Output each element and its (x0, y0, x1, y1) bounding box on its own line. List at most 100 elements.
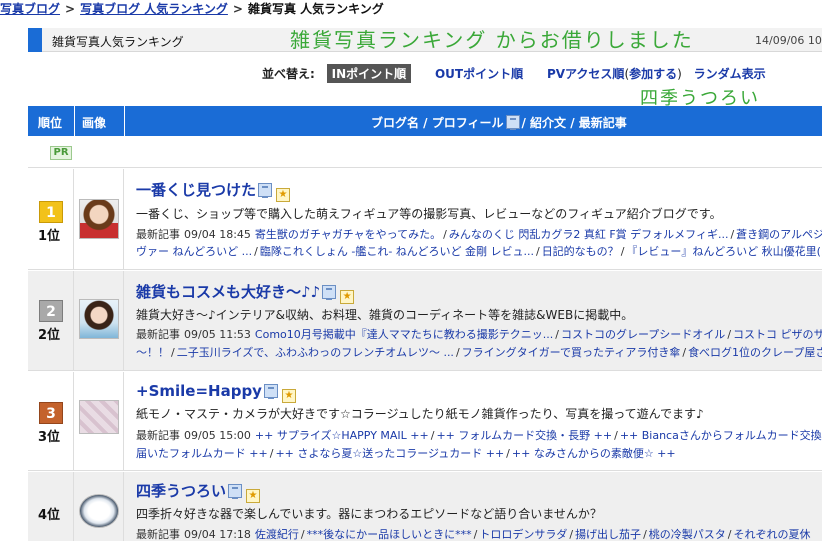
favorite-star-icon[interactable]: ★ (276, 188, 291, 202)
blog-thumbnail[interactable] (79, 299, 119, 339)
blog-title: 四季うつろい ★ (136, 480, 262, 503)
pr-badge[interactable]: PR (50, 146, 72, 160)
rank-label: 1位 (38, 229, 61, 244)
blog-thumbnail[interactable] (79, 494, 119, 528)
column-header-rank: 順位 (38, 116, 63, 130)
breadcrumb-current: 雑貨写真 人気ランキング (247, 2, 384, 16)
article-link[interactable]: 揚げ出し茄子 (575, 528, 641, 541)
article-link[interactable]: ++ サプライズ☆HAPPY MAIL ++ (255, 429, 429, 442)
blog-title: 一番くじ見つけた ★ (136, 179, 292, 202)
rank-cell: 3 3位 (28, 372, 74, 470)
column-header-blog-part1: ブログ名 / プロフィール (371, 116, 504, 130)
favorite-star-icon[interactable]: ★ (281, 389, 296, 403)
breadcrumb-link-photo-blog[interactable]: 写真ブログ (0, 2, 60, 16)
blog-description: 紙モノ・マステ・カメラが大好きです☆コラージュしたり紙モノ雑貨作ったり、写真を撮… (136, 407, 704, 421)
sort-label: 並べ替え: (262, 67, 315, 81)
recent-articles-line: 最新記事 09/05 15:00 ++ サプライズ☆HAPPY MAIL ++ / ++… (136, 427, 822, 443)
column-divider (124, 106, 125, 136)
blog-title: 雑貨もコスメも大好き～♪♪ ★ (136, 281, 356, 304)
blog-thumbnail[interactable] (79, 199, 119, 239)
article-link[interactable]: ++ フォルムカード交換・長野 ++ (436, 429, 612, 442)
blog-title-link[interactable]: 四季うつろい (136, 482, 226, 500)
article-link[interactable]: 二子玉川ライズで、ふわふわっのフレンチオムレツ～ ... (177, 346, 454, 359)
ranking-table-header: 順位 画像 ブログ名 / プロフィール / 紹介文 / 最新記事 (28, 106, 822, 136)
article-link[interactable]: 寄生獣のガチャガチャをやってみた。 (255, 228, 441, 241)
article-link[interactable]: 桃の冷製パスタ (649, 528, 726, 541)
blog-title-link[interactable]: +Smile=Happy (136, 382, 262, 400)
image-cell (74, 472, 124, 541)
recent-articles-line: ～！！ / 二子玉川ライズで、ふわふわっのフレンチオムレツ～ ... / フライングタイ… (136, 344, 822, 360)
breadcrumb-link-photo-ranking[interactable]: 写真ブログ 人気ランキング (80, 2, 228, 16)
breadcrumb-separator: > (232, 2, 243, 16)
recent-articles-line: 最新記事 09/04 18:45 寄生獣のガチャガチャをやってみた。 / みんなのくじ … (136, 226, 822, 242)
article-link[interactable]: 臨隊これくしょん -艦これ- ねんどろいど 金剛 レビュ... (260, 245, 534, 258)
rank-label: 2位 (38, 328, 61, 343)
recent-label: 最新記事 (136, 228, 180, 241)
column-divider (74, 106, 75, 136)
recent-articles-line: 届いたフォルムカード ++ / ++ さよなら夏☆送ったコラージュカード ++ / ++… (136, 447, 676, 460)
profile-icon[interactable] (228, 484, 243, 499)
article-link[interactable]: フライングタイガーで買ったティアラ付き傘 (462, 346, 681, 359)
recent-articles-line: ヴァー ねんどろいど ... / 臨隊これくしょん -艦これ- ねんどろいど 金剛 … (136, 243, 822, 259)
article-link[interactable]: 届いたフォルムカード ++ (136, 447, 268, 460)
recent-date: 09/04 17:18 (184, 528, 251, 541)
blog-title: +Smile=Happy ★ (136, 382, 298, 403)
column-header-blog: ブログ名 / プロフィール / 紹介文 / 最新記事 (371, 114, 627, 131)
page-title: 雑貨写真人気ランキング (52, 35, 184, 49)
column-header-blog-part2: / 紹介文 / 最新記事 (521, 116, 627, 130)
blog-title-link[interactable]: 一番くじ見つけた (136, 181, 256, 199)
blog-description: 一番くじ、ショップ等で購入した萌えフィギュア等の撮影写真、レビューなどのフィギュ… (136, 207, 722, 221)
image-cell (74, 271, 124, 370)
sort-bar: 並べ替え: INポイント順 OUTポイント順 PVアクセス順(参加する) ランダ… (262, 64, 766, 83)
blog-thumbnail[interactable] (79, 400, 119, 434)
profile-icon[interactable] (258, 183, 273, 198)
header-accent-bar (28, 28, 42, 52)
profile-icon[interactable] (322, 285, 337, 300)
recent-date: 09/04 18:45 (184, 228, 251, 241)
article-link[interactable]: 日記的なもの？ (542, 245, 619, 258)
article-link[interactable]: Como10月号掲載中『達人ママたちに教わる撮影テクニッ... (255, 328, 553, 341)
ranking-entry: 4位 四季うつろい ★ 四季折々好きな器で楽しんでいます。器にまつわるエピソードな… (28, 472, 822, 541)
ranking-entry: 2 2位 雑貨もコスメも大好き～♪♪ ★ 雑貨大好き～♪インテリア&収納、お料理、… (28, 271, 822, 371)
article-link[interactable]: コストコのグレープシードオイル (561, 328, 725, 341)
recent-label: 最新記事 (136, 429, 180, 442)
rank-cell: 2 2位 (28, 271, 74, 370)
article-link[interactable]: 蒼き鋼のアルペジオ - (736, 228, 822, 241)
image-cell (74, 372, 124, 470)
article-link[interactable]: 佐渡紀行 (255, 528, 299, 541)
handwritten-note-borrowed: 雑貨写真ランキング からお借りしました (290, 28, 694, 52)
article-link[interactable]: ++ Biancaさんからフォルムカード交換便♪ (620, 429, 822, 442)
pr-row: PR (28, 136, 822, 168)
article-link[interactable]: トロロデンサラダ (479, 528, 567, 541)
blog-description: 四季折々好きな器で楽しんでいます。器にまつわるエピソードなど語り合いませんか？ (136, 507, 602, 521)
header-date: 14/09/06 10 (755, 34, 822, 47)
sort-join-link[interactable]: 参加する (629, 65, 677, 82)
article-link[interactable]: ヴァー ねんどろいど ... (136, 245, 252, 258)
sort-in-points-button[interactable]: INポイント順 (326, 64, 412, 83)
recent-label: 最新記事 (136, 528, 180, 541)
recent-date: 09/05 15:00 (184, 429, 251, 442)
blog-title-link[interactable]: 雑貨もコスメも大好き～♪♪ (136, 283, 320, 301)
sort-pv-access-link[interactable]: PVアクセス順 (547, 65, 624, 82)
article-link[interactable]: 『レビュー』ねんどろいど 秋山優花里(ガー (626, 245, 822, 258)
article-link[interactable]: みんなのくじ 閃乱カグラ2 真紅 F賞 デフォルメフィギ... (449, 228, 729, 241)
article-link[interactable]: コストコ ピザのサイズに (733, 328, 822, 341)
recent-label: 最新記事 (136, 328, 180, 341)
favorite-star-icon[interactable]: ★ (340, 290, 355, 304)
breadcrumb-separator: > (65, 2, 76, 16)
sort-random-link[interactable]: ランダム表示 (694, 65, 766, 82)
recent-date: 09/05 11:53 (184, 328, 251, 341)
article-link[interactable]: ++ なみさんからの素敵便☆ ++ (512, 447, 676, 460)
ranking-entry: 3 3位 +Smile=Happy ★ 紙モノ・マステ・カメラが大好きです☆コラー… (28, 372, 822, 471)
favorite-star-icon[interactable]: ★ (246, 489, 261, 503)
rank-label: 4位 (38, 508, 61, 523)
article-link[interactable]: ～！！ (136, 346, 169, 359)
article-link[interactable]: ++ さよなら夏☆送ったコラージュカード ++ (275, 447, 504, 460)
article-link[interactable]: ***後なにかー品ほしいときに*** (307, 528, 472, 541)
rank-crown-icon: 1 (39, 201, 63, 223)
profile-icon[interactable] (263, 384, 278, 399)
sort-paren-close: ) (677, 66, 682, 81)
article-link[interactable]: 食べログ1位のクレープ屋さん～ (688, 346, 822, 359)
article-link[interactable]: それぞれの夏休 (734, 528, 811, 541)
sort-out-points-link[interactable]: OUTポイント順 (435, 65, 523, 82)
